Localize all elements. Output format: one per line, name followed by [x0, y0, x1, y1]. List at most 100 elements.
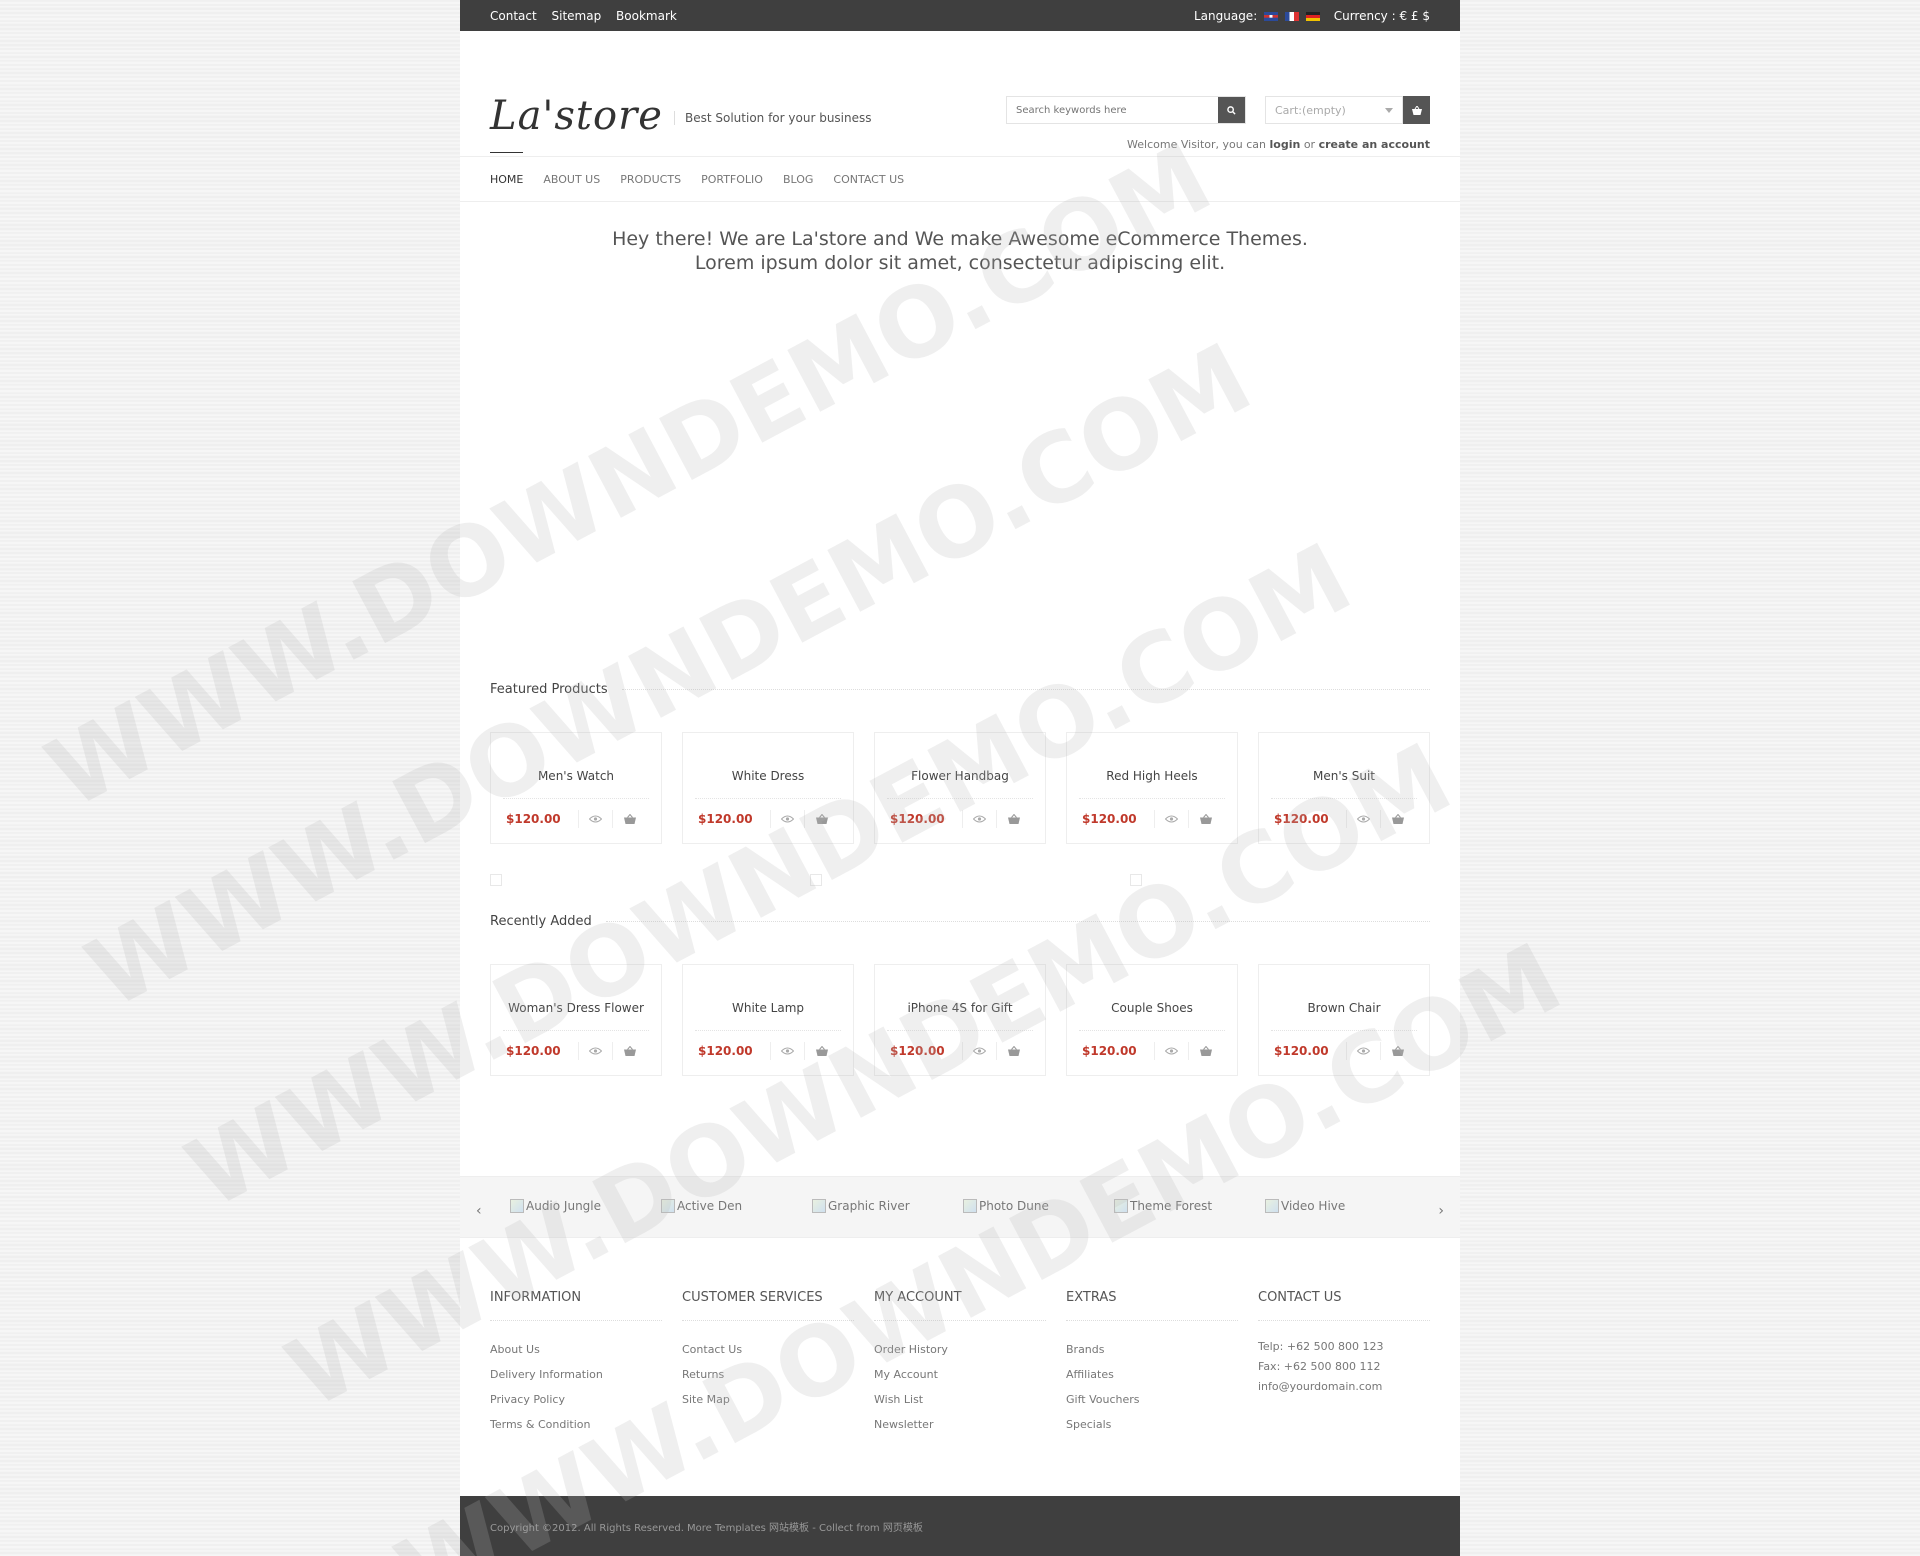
chevron-down-icon — [1385, 107, 1393, 113]
uk-flag-icon[interactable] — [1264, 11, 1279, 21]
footer-link[interactable]: Specials — [1066, 1412, 1238, 1437]
nav-products[interactable]: PRODUCTS — [620, 173, 681, 186]
basket-icon[interactable] — [612, 810, 646, 828]
create-account-link[interactable]: create an account — [1319, 138, 1430, 151]
eye-icon[interactable] — [962, 1042, 996, 1060]
product-name[interactable]: Men's Suit — [1271, 769, 1417, 799]
product-card[interactable]: Brown Chair $120.00 — [1258, 964, 1430, 1076]
product-name[interactable]: Red High Heels — [1079, 769, 1225, 799]
chevron-right-icon[interactable]: › — [1438, 1203, 1444, 1219]
product-card[interactable]: White Lamp $120.00 — [682, 964, 854, 1076]
nav-portfolio[interactable]: PORTFOLIO — [701, 173, 763, 186]
product-card[interactable]: Men's Suit $120.00 — [1258, 732, 1430, 844]
cart-dropdown[interactable]: Cart:(empty) — [1265, 96, 1403, 124]
basket-icon[interactable] — [1188, 1042, 1222, 1060]
product-name[interactable]: Woman's Dress Flower — [503, 1001, 649, 1031]
brand-logo[interactable]: Graphic River — [812, 1199, 910, 1213]
eye-icon[interactable] — [770, 810, 804, 828]
product-card[interactable]: Woman's Dress Flower $120.00 — [490, 964, 662, 1076]
brand-logo[interactable]: Theme Forest — [1114, 1199, 1212, 1213]
footer-link[interactable]: Newsletter — [874, 1412, 1046, 1437]
broken-image-icon — [963, 1199, 977, 1213]
product-price: $120.00 — [698, 1044, 753, 1058]
featured-title: Featured Products — [490, 682, 1430, 697]
basket-icon[interactable] — [1380, 810, 1414, 828]
eye-icon[interactable] — [1346, 1042, 1380, 1060]
nav-home[interactable]: HOME — [490, 151, 524, 186]
footer-link[interactable]: Delivery Information — [490, 1362, 662, 1387]
brand-logo[interactable]: Photo Dune — [963, 1199, 1049, 1213]
product-card[interactable]: Couple Shoes $120.00 — [1066, 964, 1238, 1076]
product-name[interactable]: White Dress — [695, 769, 841, 799]
basket-icon[interactable] — [1188, 810, 1222, 828]
pager-dot[interactable] — [1130, 874, 1142, 886]
brand-logo[interactable]: Audio Jungle — [510, 1199, 601, 1213]
fr-flag-icon[interactable] — [1284, 11, 1299, 21]
eye-icon[interactable] — [578, 810, 612, 828]
search-button[interactable] — [1218, 97, 1245, 123]
cart-label: Cart:(empty) — [1275, 103, 1346, 117]
footer-link[interactable]: Brands — [1066, 1337, 1238, 1362]
product-name[interactable]: Couple Shoes — [1079, 1001, 1225, 1031]
eye-icon[interactable] — [1346, 810, 1380, 828]
top-link-bookmark[interactable]: Bookmark — [616, 9, 677, 23]
brand-alt-text: Photo Dune — [979, 1199, 1049, 1213]
product-card[interactable]: White Dress $120.00 — [682, 732, 854, 844]
pager-dot[interactable] — [810, 874, 822, 886]
cart[interactable]: Cart:(empty) — [1265, 96, 1430, 124]
eye-icon[interactable] — [1154, 1042, 1188, 1060]
or-text: or — [1303, 138, 1316, 151]
product-card[interactable]: Men's Watch $120.00 — [490, 732, 662, 844]
top-bar: Contact Sitemap Bookmark Language: Curre… — [460, 0, 1460, 31]
footer-link[interactable]: Contact Us — [682, 1337, 854, 1362]
product-card[interactable]: iPhone 4S for Gift $120.00 — [874, 964, 1046, 1076]
top-link-sitemap[interactable]: Sitemap — [552, 9, 602, 23]
footer-link[interactable]: Wish List — [874, 1387, 1046, 1412]
nav-about-us[interactable]: ABOUT US — [543, 173, 600, 186]
basket-icon[interactable] — [612, 1042, 646, 1060]
brand-logo[interactable]: Video Hive — [1265, 1199, 1345, 1213]
footer-link[interactable]: Order History — [874, 1337, 1046, 1362]
product-name[interactable]: iPhone 4S for Gift — [887, 1001, 1033, 1031]
currency-selector[interactable]: Currency : € £ $ — [1334, 9, 1430, 23]
eye-icon[interactable] — [1154, 810, 1188, 828]
eye-icon[interactable] — [962, 810, 996, 828]
top-link-contact[interactable]: Contact — [490, 9, 537, 23]
chevron-left-icon[interactable]: ‹ — [476, 1203, 482, 1219]
footer-link[interactable]: About Us — [490, 1337, 662, 1362]
basket-icon[interactable] — [804, 810, 838, 828]
eye-icon[interactable] — [770, 1042, 804, 1060]
product-name[interactable]: White Lamp — [695, 1001, 841, 1031]
product-name[interactable]: Men's Watch — [503, 769, 649, 799]
login-link[interactable]: login — [1270, 138, 1301, 151]
nav-blog[interactable]: BLOG — [783, 173, 813, 186]
product-card[interactable]: Flower Handbag $120.00 — [874, 732, 1046, 844]
contact-email[interactable]: info@yourdomain.com — [1258, 1377, 1430, 1397]
footer-link[interactable]: My Account — [874, 1362, 1046, 1387]
footer-link[interactable]: Site Map — [682, 1387, 854, 1412]
language-selector: Language: — [1194, 9, 1320, 23]
cart-button[interactable] — [1403, 96, 1430, 124]
logo[interactable]: La'store — [490, 93, 663, 139]
nav-contact-us[interactable]: CONTACT US — [833, 173, 904, 186]
product-price: $120.00 — [1274, 812, 1329, 826]
footer-link[interactable]: Gift Vouchers — [1066, 1387, 1238, 1412]
eye-icon[interactable] — [578, 1042, 612, 1060]
product-name[interactable]: Brown Chair — [1271, 1001, 1417, 1031]
product-card[interactable]: Red High Heels $120.00 — [1066, 732, 1238, 844]
brand-logo[interactable]: Active Den — [661, 1199, 742, 1213]
de-flag-icon[interactable] — [1305, 11, 1320, 21]
pager-dot[interactable] — [490, 874, 502, 886]
basket-icon[interactable] — [996, 1042, 1030, 1060]
footer-extras-title: EXTRAS — [1066, 1290, 1238, 1321]
basket-icon[interactable] — [996, 810, 1030, 828]
product-name[interactable]: Flower Handbag — [887, 769, 1033, 799]
footer-link[interactable]: Privacy Policy — [490, 1387, 662, 1412]
search-input[interactable] — [1007, 97, 1218, 123]
footer-link[interactable]: Returns — [682, 1362, 854, 1387]
basket-icon[interactable] — [1380, 1042, 1414, 1060]
footer-link[interactable]: Terms & Condition — [490, 1412, 662, 1437]
footer-link[interactable]: Affiliates — [1066, 1362, 1238, 1387]
basket-icon[interactable] — [804, 1042, 838, 1060]
hero-line-2: Lorem ipsum dolor sit amet, consectetur … — [694, 252, 1226, 274]
